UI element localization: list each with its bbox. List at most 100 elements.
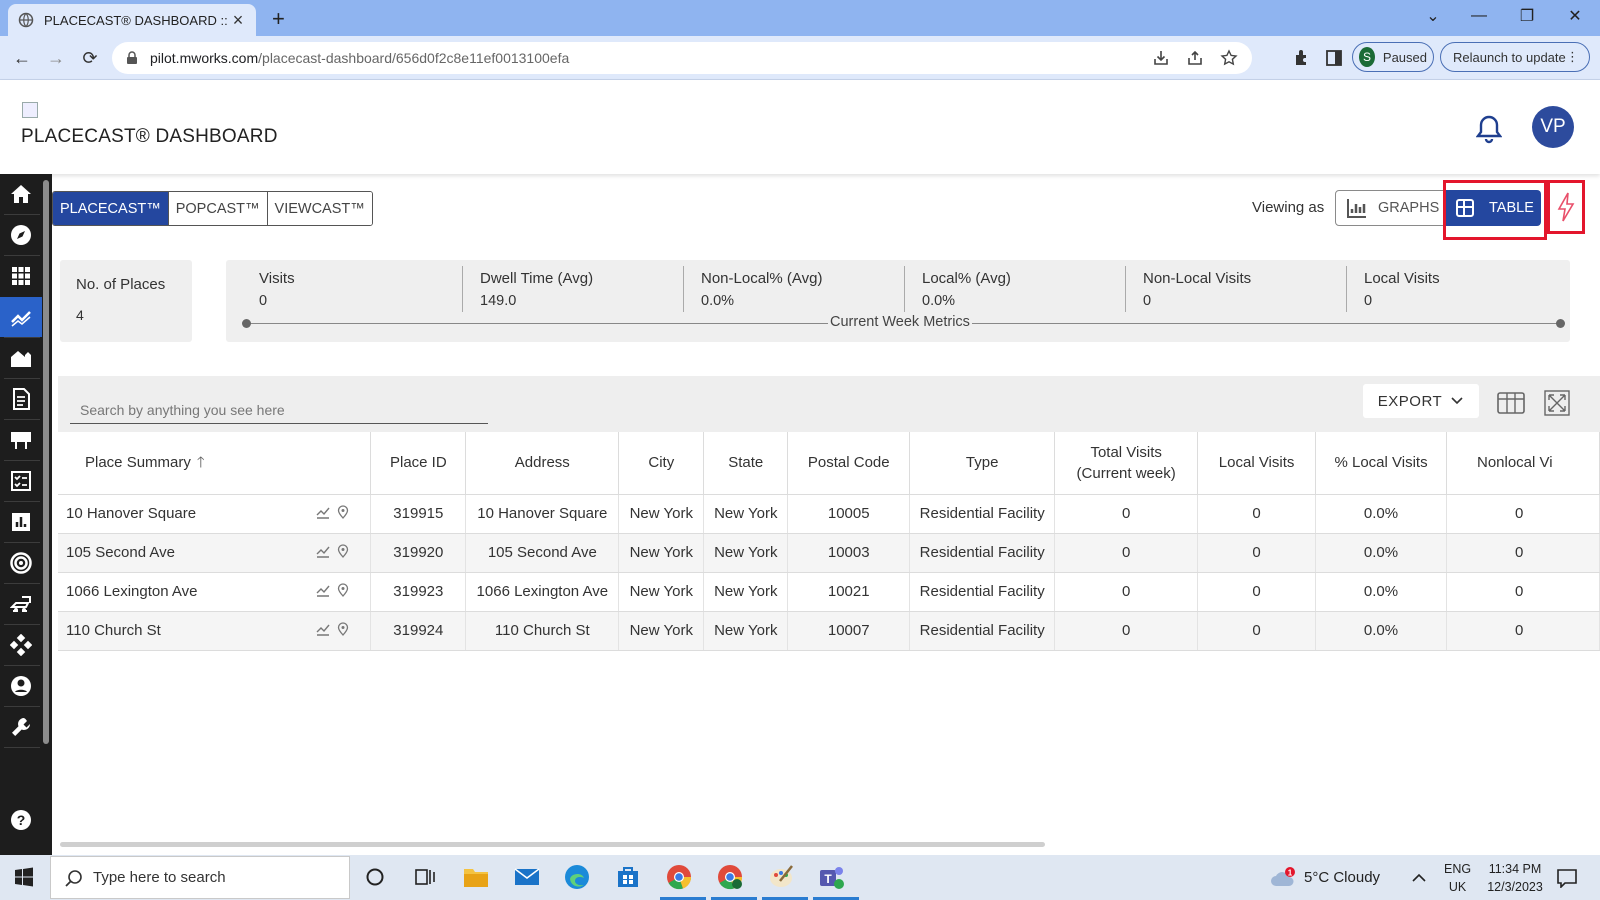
chrome-profile-icon[interactable] [716, 863, 744, 891]
column-header-address[interactable]: Address [465, 432, 620, 495]
svg-text:1: 1 [1288, 868, 1293, 877]
map-pin-icon[interactable] [336, 621, 350, 636]
tab-close-icon[interactable]: × [230, 10, 246, 31]
language-indicator[interactable]: ENG UK [1444, 855, 1471, 900]
notification-bell-icon[interactable] [1476, 114, 1502, 144]
new-tab-icon[interactable]: + [272, 6, 285, 32]
sidebar-item-billboards[interactable] [0, 420, 42, 460]
browser-tab[interactable]: PLACECAST® DASHBOARD :: M × [8, 4, 256, 36]
sidebar-item-analytics[interactable] [0, 297, 42, 337]
map-pin-icon[interactable] [336, 543, 350, 558]
sidebar-item-home[interactable] [0, 174, 42, 214]
store-icon[interactable] [614, 863, 642, 891]
edge-icon[interactable] [563, 863, 591, 891]
metric-value: 0 [1143, 293, 1152, 309]
trend-chart-icon[interactable] [316, 505, 330, 519]
teams-icon[interactable]: T [818, 863, 846, 891]
sidebar-item-tasks[interactable] [0, 461, 42, 501]
cell-state: New York [703, 533, 789, 573]
tab-placecast[interactable]: PLACECAST™ [53, 192, 169, 225]
tab-popcast[interactable]: POPCAST™ [168, 192, 268, 225]
column-header-nonlocal-visits[interactable]: Nonlocal Vi [1446, 432, 1600, 495]
trend-chart-icon[interactable] [316, 583, 330, 597]
table-search-input[interactable]: Search by anything you see here [70, 394, 488, 424]
sidebar-item-reports[interactable] [0, 379, 42, 419]
map-pin-icon[interactable] [336, 504, 350, 519]
table-row[interactable]: 1066 Lexington Ave 319923 1066 Lexington… [58, 572, 1600, 612]
file-explorer-icon[interactable] [462, 863, 490, 891]
notifications-icon[interactable] [1556, 855, 1578, 900]
minimize-icon[interactable]: — [1456, 0, 1502, 32]
mail-icon[interactable] [513, 863, 541, 891]
clock[interactable]: 11:34 PM 12/3/2023 [1480, 855, 1550, 900]
paint-icon[interactable] [767, 863, 795, 891]
tab-viewcast[interactable]: VIEWCAST™ [267, 192, 372, 225]
user-avatar[interactable]: VP [1532, 106, 1574, 148]
trend-chart-icon[interactable] [316, 622, 330, 636]
cell-total-visits: 0 [1054, 611, 1199, 651]
cell-type: Residential Facility [909, 533, 1056, 573]
extensions-icon[interactable] [1292, 48, 1312, 68]
column-chooser-icon[interactable] [1496, 388, 1526, 418]
back-icon[interactable]: ← [8, 44, 36, 72]
table-row[interactable]: 10 Hanover Square 319915 10 Hanover Squa… [58, 494, 1600, 534]
column-header-postal-code[interactable]: Postal Code [787, 432, 911, 495]
paused-label: Paused [1382, 49, 1427, 65]
sidebar-item-explore[interactable] [0, 215, 42, 255]
metrics-caption: Current Week Metrics [828, 314, 972, 330]
column-header-place-id[interactable]: Place ID [370, 432, 467, 495]
quick-action-button[interactable] [1547, 180, 1585, 234]
cell-state: New York [703, 611, 789, 651]
task-view-icon[interactable] [411, 863, 439, 891]
forward-icon[interactable]: → [42, 44, 70, 72]
column-header-pct-local-visits[interactable]: % Local Visits [1315, 432, 1447, 495]
reload-icon[interactable]: ⟳ [76, 44, 104, 72]
sort-ascending-icon[interactable]: 🡑 [197, 452, 205, 473]
show-hidden-icons[interactable] [1412, 855, 1426, 900]
window-close-icon[interactable]: ✕ [1552, 0, 1598, 32]
url-field[interactable]: pilot.mworks.com/placecast-dashboard/656… [112, 42, 1252, 74]
export-button[interactable]: EXPORT [1363, 384, 1479, 418]
sidebar-item-help[interactable]: ? [0, 800, 42, 840]
table-row[interactable]: 105 Second Ave 319920 105 Second Ave New… [58, 533, 1600, 573]
sidebar-item-charts[interactable] [0, 502, 42, 542]
sidebar-item-traffic[interactable] [0, 584, 42, 624]
sidebar-item-network[interactable] [0, 625, 42, 665]
sidebar-scrollbar[interactable] [43, 180, 49, 744]
sidebar-item-apps[interactable] [0, 256, 42, 296]
install-icon[interactable] [1152, 49, 1170, 67]
chrome-icon[interactable] [665, 863, 693, 891]
column-header-type[interactable]: Type [909, 432, 1056, 495]
map-pin-icon[interactable] [336, 582, 350, 597]
windows-start-icon[interactable] [14, 867, 34, 887]
sidebar-item-targeting[interactable] [0, 543, 42, 583]
lightning-icon [1557, 192, 1575, 222]
star-icon[interactable] [1220, 49, 1238, 67]
cell-nonlocal-visits: 0 [1446, 572, 1600, 612]
column-header-state[interactable]: State [703, 432, 789, 495]
table-horizontal-scrollbar[interactable] [60, 842, 1045, 847]
column-header-local-visits[interactable]: Local Visits [1197, 432, 1317, 495]
table-row[interactable]: 110 Church St 319924 110 Church St New Y… [58, 611, 1600, 651]
profile-paused-button[interactable]: S Paused [1352, 42, 1434, 72]
fullscreen-icon[interactable] [1542, 388, 1572, 418]
maximize-icon[interactable]: ❐ [1504, 0, 1550, 32]
relaunch-button[interactable]: Relaunch to update ⋮ [1440, 42, 1590, 72]
sidebar-item-places[interactable] [0, 338, 42, 378]
cell-type: Residential Facility [909, 572, 1056, 612]
sidebar-item-account[interactable] [0, 666, 42, 706]
column-header-total-visits[interactable]: Total Visits (Current week) [1054, 432, 1199, 495]
trend-chart-icon[interactable] [316, 544, 330, 558]
cortana-icon[interactable] [361, 863, 389, 891]
taskbar-search-input[interactable]: Type here to search [50, 856, 350, 899]
place-name: 110 Church St [66, 622, 161, 639]
column-header-place-summary[interactable]: Place Summary 🡑 [58, 432, 372, 495]
sidebar-item-tools[interactable] [0, 707, 42, 747]
side-panel-icon[interactable] [1324, 48, 1344, 68]
graphs-view-button[interactable]: GRAPHS [1335, 190, 1445, 226]
tab-search-icon[interactable]: ⌄ [1410, 0, 1456, 32]
share-icon[interactable] [1186, 49, 1204, 67]
more-menu-icon[interactable]: ⋮ [1566, 49, 1579, 65]
column-header-city[interactable]: City [618, 432, 705, 495]
weather-widget[interactable]: 1 5°C Cloudy [1270, 855, 1380, 900]
